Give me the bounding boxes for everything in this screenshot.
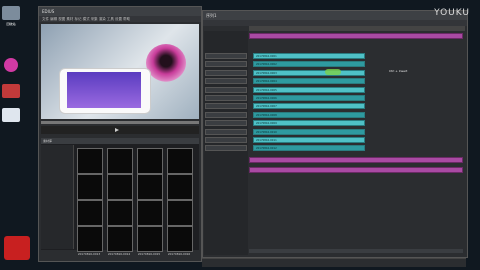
bin-thumbnail-label: 20170816-0016: [167, 252, 191, 256]
track-header[interactable]: [205, 95, 247, 101]
player-window: EDIUS 文件 编辑 视图 素材 标记 模式 采集 渲染 工具 设置 帮助 素…: [38, 6, 202, 262]
play-icon[interactable]: [115, 128, 119, 132]
bin-thumbnail[interactable]: [77, 148, 103, 174]
recycle-bin-label: 回收站: [6, 22, 16, 26]
track-header[interactable]: [205, 120, 247, 127]
track-header[interactable]: [205, 69, 247, 76]
track-header[interactable]: [205, 137, 247, 143]
bin-thumbnail[interactable]: [137, 200, 163, 226]
timeline-clip[interactable]: 20170816-0004: [253, 78, 365, 85]
bin-thumbnail[interactable]: [137, 174, 163, 200]
bin-thumbnail[interactable]: [167, 148, 193, 174]
recycle-bin-icon[interactable]: [2, 6, 20, 20]
track-header[interactable]: [205, 103, 247, 110]
bin-thumbnail[interactable]: [167, 174, 193, 200]
timeline-clip[interactable]: 20170816-0009: [253, 120, 365, 127]
app-icon-document[interactable]: [2, 108, 20, 122]
track-header[interactable]: [205, 145, 247, 152]
track-header[interactable]: [205, 53, 247, 59]
bin-thumbnail-label: 20170816-0015: [137, 252, 161, 256]
bin-thumbnail[interactable]: [167, 200, 193, 226]
timeline-clip[interactable]: 20170816-0007: [253, 103, 365, 110]
flower-graphic: [146, 44, 186, 82]
bin-thumbnail[interactable]: [107, 226, 133, 252]
track-header[interactable]: [205, 111, 247, 118]
track-header[interactable]: [205, 128, 247, 135]
timeline-clip[interactable]: 20170816-0012: [253, 145, 365, 152]
title-clip-top[interactable]: [249, 33, 463, 39]
timeline-clip[interactable]: 20170816-0005: [253, 86, 365, 93]
asset-bin: 素材库 20170816-000120170816-000220170816-0…: [41, 138, 199, 256]
bin-thumbnail[interactable]: [77, 200, 103, 226]
bin-thumbnail[interactable]: [77, 174, 103, 200]
bin-thumbnail[interactable]: [137, 226, 163, 252]
track-header[interactable]: [205, 78, 247, 85]
bin-thumbnail[interactable]: [77, 226, 103, 252]
timeline-clip[interactable]: 20170816-0010: [253, 128, 365, 135]
phone-screen: [67, 72, 141, 108]
track-header[interactable]: [205, 86, 247, 93]
bin-thumbnail[interactable]: [137, 148, 163, 174]
bin-thumbnail[interactable]: [107, 200, 133, 226]
seal-stamp-icon: [4, 236, 30, 260]
bin-thumbnail[interactable]: [107, 148, 133, 174]
timeline-scrollbar[interactable]: [249, 249, 463, 253]
timeline-clip[interactable]: 20170816-0003: [253, 69, 365, 76]
video-preview: [41, 24, 199, 119]
bin-thumbnail-label: 20170816-0013: [77, 252, 101, 256]
timeline-window: 序列1 20170816-0001 20170816-0002 20170816-0…: [202, 10, 468, 258]
cursor-highlight: [325, 69, 341, 75]
bin-folder-tree[interactable]: [41, 145, 74, 249]
tooltip-label: Ctrl + Insert: [389, 69, 408, 73]
timeline-titlebar: 序列1: [203, 11, 467, 20]
watermark: YOUKU: [434, 8, 470, 18]
app-title: EDIUS: [42, 9, 55, 14]
timeline-title: 序列1: [206, 13, 217, 18]
app-icon-pink[interactable]: [4, 58, 18, 72]
timeline-clip[interactable]: 20170816-0002: [253, 61, 365, 68]
status-bar: [202, 258, 466, 267]
timeline-clip[interactable]: 20170816-0001: [253, 53, 365, 59]
bin-thumbnail[interactable]: [167, 226, 193, 252]
time-ruler[interactable]: [249, 26, 465, 31]
playback-controls[interactable]: [41, 126, 199, 134]
app-icon-red[interactable]: [2, 84, 20, 98]
bin-header: 素材库: [41, 138, 199, 144]
title-clip-bottom-2[interactable]: [249, 167, 463, 173]
timeline-clip[interactable]: 20170816-0011: [253, 137, 365, 143]
timeline-scrubber[interactable]: [41, 121, 199, 124]
bin-thumbnail[interactable]: [107, 174, 133, 200]
track-header[interactable]: [205, 61, 247, 68]
bin-title: 素材库: [43, 139, 53, 143]
player-titlebar: EDIUS: [39, 7, 201, 16]
bin-thumbnail-label: 20170816-0014: [107, 252, 131, 256]
title-clip-bottom-1[interactable]: [249, 157, 463, 163]
menu-bar[interactable]: 文件 编辑 视图 素材 标记 模式 采集 渲染 工具 设置 帮助: [39, 16, 201, 22]
timeline-clip[interactable]: 20170816-0008: [253, 111, 365, 118]
timeline-clip[interactable]: 20170816-0006: [253, 95, 365, 101]
